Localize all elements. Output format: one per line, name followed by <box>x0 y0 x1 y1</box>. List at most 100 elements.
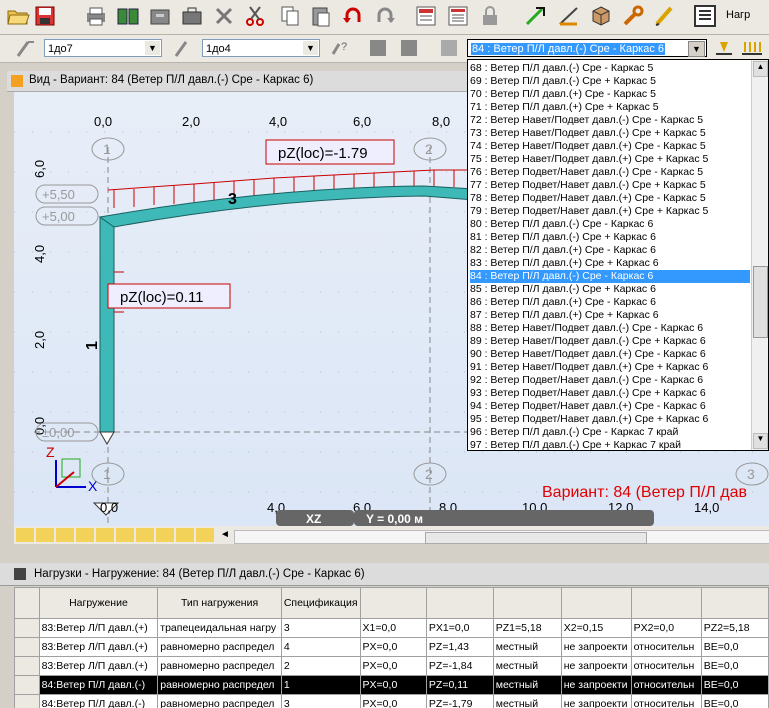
table-cell[interactable]: 83:Ветер Л/П давл.(+) <box>38 637 159 657</box>
dropdown-item[interactable]: 77 : Ветер Подвет/Навет давл.(-) Сре + К… <box>470 179 750 192</box>
distributed-load-icon[interactable] <box>740 36 764 60</box>
table-cell[interactable]: 84:Ветер П/Л давл.(-) <box>38 675 159 695</box>
frame-icon[interactable] <box>397 36 421 60</box>
beam-tool-icon[interactable] <box>172 36 196 60</box>
row-header-cell[interactable] <box>14 694 40 708</box>
table-row[interactable]: 83:Ветер Л/П давл.(+) равномерно распреде… <box>14 656 769 676</box>
dropdown-item[interactable]: 85 : Ветер П/Л давл.(-) Сре + Каркас 6 <box>470 283 750 296</box>
table-cell[interactable]: местный <box>492 694 562 708</box>
report-icon[interactable] <box>446 4 470 28</box>
dropdown-item[interactable]: 90 : Ветер Навет/Подвет давл.(+) Сре - К… <box>470 348 750 361</box>
dropdown-item[interactable]: 73 : Ветер Навет/Подвет давл.(-) Сре + К… <box>470 127 750 140</box>
table-cell[interactable]: 3 <box>280 618 361 638</box>
cube-icon[interactable] <box>589 4 613 28</box>
table-cell[interactable]: равномерно распредел <box>157 694 282 708</box>
dropdown-item[interactable]: 76 : Ветер Подвет/Навет давл.(-) Сре - К… <box>470 166 750 179</box>
column-header[interactable]: Тип нагружения <box>157 587 282 619</box>
dropdown-scroll-thumb[interactable] <box>753 266 768 338</box>
column-header[interactable]: Нагружение <box>38 587 159 619</box>
table-cell[interactable]: BE=0,0 <box>700 694 769 708</box>
column-header[interactable]: Спецификация <box>280 587 361 619</box>
dropdown-item[interactable]: 95 : Ветер Подвет/Навет давл.(+) Сре + К… <box>470 413 750 426</box>
chevron-down-icon[interactable]: ▼ <box>753 433 768 449</box>
dropdown-item[interactable]: 83 : Ветер П/Л давл.(+) Сре + Каркас 6 <box>470 257 750 270</box>
dropdown-item[interactable]: 81 : Ветер П/Л давл.(-) Сре + Каркас 6 <box>470 231 750 244</box>
table-cell[interactable]: 84:Ветер П/Л давл.(-) <box>38 694 159 708</box>
table-cell[interactable]: BE=0,0 <box>700 637 769 657</box>
pencil-icon[interactable] <box>653 4 677 28</box>
archive-icon[interactable] <box>148 4 172 28</box>
table-cell[interactable]: PZ=1,43 <box>425 637 494 657</box>
dropdown-item[interactable]: 69 : Ветер П/Л давл.(-) Сре + Каркас 5 <box>470 75 750 88</box>
wrench-icon[interactable] <box>621 4 645 28</box>
query-icon[interactable]: ? <box>328 36 352 60</box>
row-header-cell[interactable] <box>14 618 40 638</box>
row-header-cell[interactable] <box>14 656 40 676</box>
combo-range-1[interactable]: 1до7 ▼ <box>44 39 162 57</box>
dropdown-item[interactable]: 93 : Ветер Подвет/Навет давл.(-) Сре + К… <box>470 387 750 400</box>
dropdown-item[interactable]: 94 : Ветер Подвет/Навет давл.(+) Сре - К… <box>470 400 750 413</box>
measure-icon[interactable] <box>557 4 581 28</box>
copy-icon[interactable] <box>278 4 302 28</box>
dropdown-item[interactable]: 74 : Ветер Навет/Подвет давл.(+) Сре - К… <box>470 140 750 153</box>
list-icon[interactable] <box>693 4 717 28</box>
scroll-left-icon[interactable]: ◄ <box>220 529 230 540</box>
table-cell[interactable]: PX=0,0 <box>359 656 427 676</box>
dropdown-item[interactable]: 75 : Ветер Навет/Подвет давл.(+) Сре + К… <box>470 153 750 166</box>
dropdown-item[interactable]: 87 : Ветер П/Л давл.(+) Сре + Каркас 6 <box>470 309 750 322</box>
table-cell[interactable]: 2 <box>280 656 361 676</box>
dropdown-item[interactable]: 72 : Ветер Навет/Подвет давл.(-) Сре - К… <box>470 114 750 127</box>
briefcase-icon[interactable] <box>180 4 204 28</box>
dropdown-item[interactable]: 91 : Ветер Навет/Подвет давл.(+) Сре + К… <box>470 361 750 374</box>
cut-icon[interactable] <box>243 4 267 28</box>
table-cell[interactable]: PX=0,0 <box>359 694 427 708</box>
table-row[interactable]: 84:Ветер П/Л давл.(-) равномерно распреде… <box>14 694 769 708</box>
table-cell[interactable]: PZ1=5,18 <box>492 618 562 638</box>
delete-icon[interactable] <box>212 4 236 28</box>
table-cell[interactable]: BE=0,0 <box>700 656 769 676</box>
dropdown-item[interactable]: 70 : Ветер П/Л давл.(+) Сре - Каркас 5 <box>470 88 750 101</box>
chevron-down-icon[interactable]: ▼ <box>303 41 318 55</box>
arrow-tool-icon[interactable] <box>524 4 548 28</box>
table-cell[interactable]: PZ2=5,18 <box>700 618 769 638</box>
table-cell[interactable]: BE=0,0 <box>700 675 769 695</box>
column-header[interactable] <box>630 587 702 619</box>
save-icon[interactable] <box>33 4 57 28</box>
variant-dropdown-list[interactable]: 68 : Ветер П/Л давл.(-) Сре - Каркас 5 69… <box>467 59 769 451</box>
dropdown-item[interactable]: 80 : Ветер П/Л давл.(-) Сре - Каркас 6 <box>470 218 750 231</box>
column-header[interactable] <box>425 587 494 619</box>
variant-icon[interactable] <box>437 36 461 60</box>
node-tool-icon[interactable] <box>14 36 38 60</box>
dropdown-item[interactable]: 97 : Ветер П/Л давл.(-) Сре + Каркас 7 к… <box>470 439 750 450</box>
load-arrow-icon[interactable] <box>712 36 736 60</box>
dropdown-item[interactable]: 92 : Ветер Подвет/Навет давл.(-) Сре - К… <box>470 374 750 387</box>
table-cell[interactable]: 3 <box>280 694 361 708</box>
column-header[interactable] <box>560 587 632 619</box>
table-row[interactable]: 84:Ветер П/Л давл.(-) равномерно распреде… <box>14 675 769 695</box>
dropdown-item[interactable]: 88 : Ветер Навет/Подвет давл.(-) Сре - К… <box>470 322 750 335</box>
dropdown-item[interactable]: 79 : Ветер Подвет/Навет давл.(+) Сре + К… <box>470 205 750 218</box>
undo-icon[interactable] <box>341 4 365 28</box>
dropdown-item[interactable]: 71 : Ветер П/Л давл.(+) Сре + Каркас 5 <box>470 101 750 114</box>
grid-icon[interactable] <box>366 36 390 60</box>
table-cell[interactable]: равномерно распредел <box>157 656 282 676</box>
table-cell[interactable]: PX2=0,0 <box>630 618 702 638</box>
column-header[interactable] <box>700 587 769 619</box>
row-header-cell[interactable] <box>14 675 40 695</box>
table-cell[interactable]: PZ=-1,79 <box>425 694 494 708</box>
open-folder-icon[interactable] <box>6 4 30 28</box>
dropdown-item[interactable]: 96 : Ветер П/Л давл.(-) Сре - Каркас 7 к… <box>470 426 750 439</box>
dropdown-item[interactable]: 82 : Ветер П/Л давл.(+) Сре - Каркас 6 <box>470 244 750 257</box>
table-cell[interactable]: PZ=-1,84 <box>425 656 494 676</box>
book-icon[interactable] <box>116 4 140 28</box>
table-cell[interactable]: относительн <box>630 656 702 676</box>
table-cell[interactable]: не запроекти <box>560 694 632 708</box>
table-cell[interactable]: PX=0,0 <box>359 637 427 657</box>
table-row[interactable]: 83:Ветер Л/П давл.(+) равномерно распреде… <box>14 637 769 657</box>
table-cell[interactable]: X1=0,0 <box>359 618 427 638</box>
display-mode-buttons[interactable] <box>16 528 216 542</box>
dropdown-item[interactable]: 68 : Ветер П/Л давл.(-) Сре - Каркас 5 <box>470 62 750 75</box>
scrollbar-thumb[interactable] <box>425 532 647 544</box>
table-cell[interactable]: относительн <box>630 694 702 708</box>
table-cell[interactable]: PX=0,0 <box>359 675 427 695</box>
